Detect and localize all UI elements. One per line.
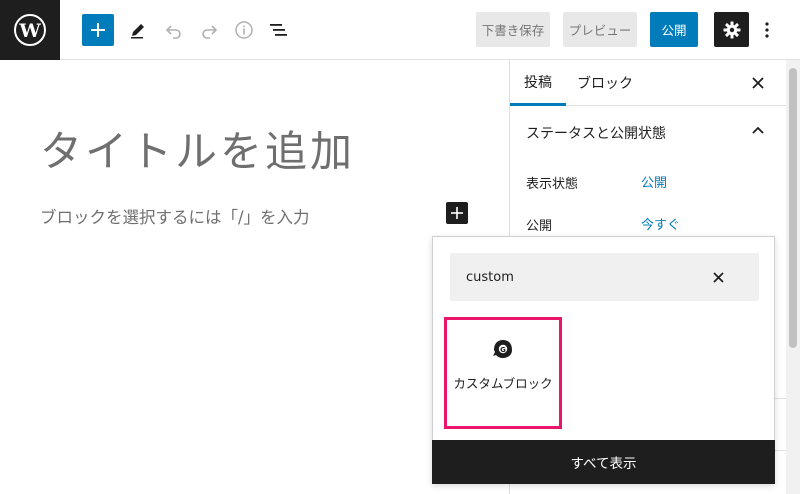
block-inserter-toggle[interactable]: [82, 14, 114, 46]
inline-inserter-button[interactable]: [446, 202, 468, 224]
sidebar-tabs: 投稿 ブロック: [510, 60, 787, 106]
svg-text:W: W: [18, 20, 41, 42]
publish-date-label: 公開: [526, 219, 553, 234]
close-sidebar-button[interactable]: [748, 73, 768, 93]
block-result-custom-block[interactable]: G カスタムブロック: [444, 317, 562, 429]
default-block-appender[interactable]: ブロックを選択するには「/」を入力: [40, 204, 310, 228]
block-inserter-popover: G カスタムブロック すべて表示: [432, 236, 775, 484]
tab-block[interactable]: ブロック: [574, 60, 636, 106]
publish-date-value-link[interactable]: 今すぐ: [641, 214, 680, 233]
gear-icon: [723, 21, 740, 38]
list-view-button[interactable]: [267, 14, 291, 46]
block-search-input[interactable]: [466, 267, 686, 287]
publish-button[interactable]: 公開: [650, 12, 698, 47]
visibility-value-link[interactable]: 公開: [641, 172, 667, 191]
pencil-icon: [131, 24, 144, 39]
ghost-g-icon: G: [493, 340, 512, 358]
block-editor: W 下書き保存 プレビュー 公開 タイトルを追加 ブロックを選択するには「/」を…: [0, 0, 800, 494]
clear-search-button[interactable]: [708, 267, 728, 287]
info-icon: [235, 21, 253, 39]
wordpress-icon: W: [14, 14, 46, 46]
settings-button[interactable]: [714, 12, 749, 47]
sidebar-scrollbar[interactable]: [786, 60, 800, 494]
scrollbar-thumb[interactable]: [789, 68, 797, 348]
redo-icon: [202, 25, 218, 39]
close-icon: [752, 77, 764, 89]
show-all-blocks-button[interactable]: すべて表示: [432, 440, 775, 484]
wordpress-logo-button[interactable]: W: [0, 0, 60, 60]
preview-button[interactable]: プレビュー: [563, 12, 637, 47]
details-button[interactable]: [232, 14, 256, 46]
list-view-icon: [270, 24, 287, 36]
svg-text:G: G: [500, 346, 506, 354]
plus-icon: [91, 23, 105, 37]
editor-toolbar: W 下書き保存 プレビュー 公開: [0, 0, 800, 60]
block-result-label: カスタムブロック: [453, 376, 553, 391]
tab-post[interactable]: 投稿: [510, 60, 566, 106]
redo-button[interactable]: [197, 14, 221, 46]
block-search-box: [450, 253, 759, 301]
close-icon: [712, 271, 724, 283]
status-visibility-panel-toggle[interactable]: ステータスと公開状態: [510, 106, 787, 158]
plus-icon: [451, 207, 463, 219]
chevron-up-icon: [748, 120, 768, 140]
save-draft-button[interactable]: 下書き保存: [476, 12, 550, 47]
options-menu-button[interactable]: [757, 14, 777, 46]
visibility-label: 表示状態: [526, 177, 579, 192]
panel-title: ステータスと公開状態: [526, 126, 666, 142]
undo-button[interactable]: [162, 14, 186, 46]
more-vertical-icon: [765, 22, 769, 38]
post-title-input[interactable]: タイトルを追加: [40, 118, 355, 179]
undo-icon: [165, 25, 181, 39]
edit-tools-button[interactable]: [126, 14, 150, 46]
